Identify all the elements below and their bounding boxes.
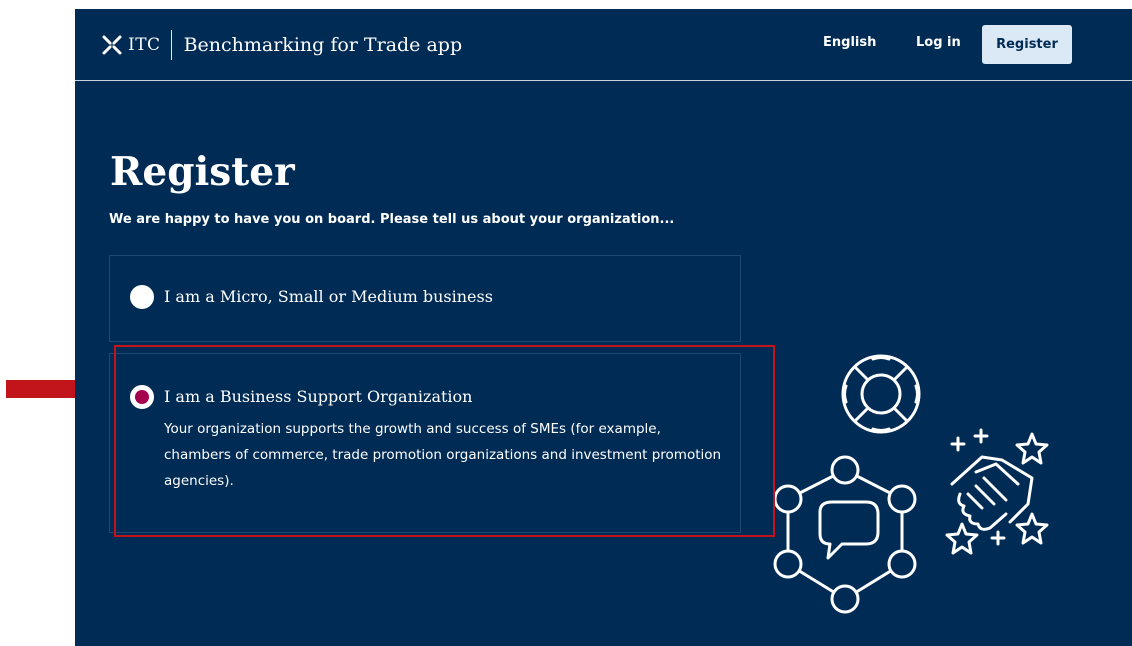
option-bso[interactable]: I am a Business Support Organization You…: [109, 353, 741, 533]
option-bso-description: Your organization supports the growth an…: [164, 421, 722, 489]
itc-logo[interactable]: ITC Benchmarking for Trade app: [100, 30, 462, 60]
app-window: ITC Benchmarking for Trade app English L…: [75, 9, 1132, 646]
page-title: Register: [110, 149, 295, 195]
logo-text: ITC: [128, 35, 161, 55]
radio-selected-dot: [135, 390, 149, 404]
lifebuoy-icon: [841, 354, 921, 434]
page-subtitle: We are happy to have you on board. Pleas…: [109, 212, 675, 227]
radio-bso-selected[interactable]: [130, 385, 154, 409]
itc-logo-icon: [102, 35, 122, 55]
handshake-stars-icon: [945, 428, 1049, 555]
illustration: [773, 354, 1049, 614]
network-chat-icon: [773, 455, 917, 614]
option-msme-label: I am a Micro, Small or Medium business: [164, 287, 493, 306]
app-title: Benchmarking for Trade app: [183, 34, 463, 56]
login-link[interactable]: Log in: [916, 35, 961, 50]
option-msme[interactable]: I am a Micro, Small or Medium business: [109, 255, 741, 342]
top-header: ITC Benchmarking for Trade app English L…: [75, 9, 1132, 81]
option-bso-label: I am a Business Support Organization: [164, 387, 473, 406]
language-selector[interactable]: English: [823, 35, 876, 50]
logo-divider: [170, 30, 172, 60]
register-button[interactable]: Register: [982, 25, 1072, 64]
radio-msme[interactable]: [130, 285, 154, 309]
